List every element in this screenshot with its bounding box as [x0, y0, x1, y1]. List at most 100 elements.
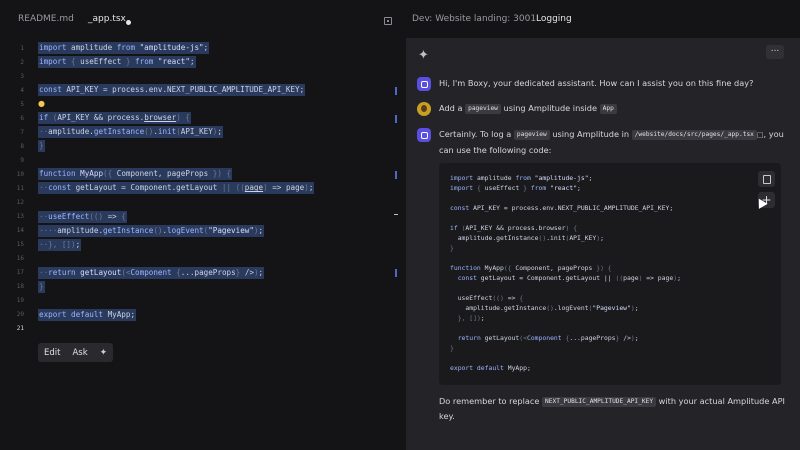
line-number: 4 [20, 86, 24, 94]
code-line: 4 const API_KEY = process.env.NEXT_PUBLIC… [0, 83, 406, 97]
code-line: 5 ● [0, 97, 406, 111]
code-line: 13 ··useEffect(() => { [0, 210, 406, 224]
code-line: 19 [0, 294, 406, 308]
snippet-line: import { useEffect } from "react"; [450, 184, 581, 192]
code-text: ··amplitude.getInstance().init(API_KEY); [38, 126, 223, 139]
editor-tab-bar: README.md _app.tsx [0, 0, 406, 38]
chat-header: Dev: Website landing: 3001 Logging [406, 0, 800, 38]
assistant-reply: Certainly. To log a pageview using Ampli… [439, 127, 784, 158]
snippet-line: } [450, 344, 454, 352]
assistant-avatar [417, 128, 431, 142]
code-line: 20 export default MyApp; [0, 308, 406, 322]
lightbulb-icon[interactable]: ● [38, 98, 45, 110]
snippet-line: return getLayout(<Component {...pageProp… [457, 334, 639, 342]
code-text: function MyApp({ Component, pageProps })… [38, 168, 233, 181]
reply-text: using Amplitude in [552, 129, 630, 139]
inline-code: pageview [513, 130, 550, 140]
code-lines[interactable]: 1 import amplitude from "amplitude-js"; 2… [0, 41, 406, 336]
user-message: Add a pageview using Amplitude inside Ap… [439, 101, 784, 116]
line-number: 16 [16, 255, 24, 263]
code-line: 11 ··const getLayout = Component.getLayou… [0, 181, 406, 195]
line-number: 3 [20, 72, 24, 80]
edit-button[interactable]: Edit [44, 348, 60, 358]
code-line: 6 if (API_KEY && process.browser) { [0, 111, 406, 125]
code-text: if (API_KEY && process.browser) { [38, 112, 191, 125]
inline-code: App [599, 104, 617, 114]
code-editor-pane: README.md _app.tsx 1 import amplitude fro… [0, 0, 406, 450]
sparkle-icon: ✦ [418, 48, 429, 63]
code-snippet-block: import amplitude from "amplitude-js"; im… [439, 163, 781, 385]
line-number: 14 [16, 227, 24, 235]
code-line: 12 [0, 196, 406, 210]
code-text: export default MyApp; [38, 308, 137, 321]
code-line: 18} [0, 280, 406, 294]
snippet-line: useEffect(() => { [450, 294, 524, 302]
line-number: 15 [16, 241, 24, 249]
scroll-indicator [394, 214, 398, 215]
code-line: 14 ····amplitude.getInstance().logEvent("… [0, 224, 406, 238]
change-marker [395, 269, 397, 277]
user-message-text: Add a [439, 103, 463, 113]
assistant-greeting: Hi, I'm Boxy, your dedicated assistant. … [439, 78, 754, 88]
footer-text: Do remember to replace [439, 396, 540, 406]
tab-logging[interactable]: Logging [536, 14, 572, 24]
line-number: 1 [20, 44, 24, 52]
code-line: 7 ··amplitude.getInstance().init(API_KEY)… [0, 125, 406, 139]
user-avatar [417, 102, 431, 116]
snippet-line: function MyApp({ Component, pageProps })… [450, 264, 612, 272]
file-icon: □ [756, 131, 764, 139]
code-text: import { useEffect } from "react"; [38, 56, 196, 69]
inline-code: NEXT_PUBLIC_AMPLITUDE_API_KEY [542, 397, 657, 407]
code-text: ····amplitude.getInstance().logEvent("Pa… [38, 224, 265, 237]
code-line: 2 import { useEffect } from "react"; [0, 55, 406, 69]
user-message-text: using Amplitude inside [503, 103, 598, 113]
snippet-line: amplitude.getInstance().init(API_KEY); [450, 234, 604, 242]
chat-context-title[interactable]: Dev: Website landing: 3001 [412, 14, 536, 24]
snippet-line: } [450, 244, 454, 252]
snippet-line: const API_KEY = process.env.NEXT_PUBLIC_… [450, 204, 674, 212]
line-number: 5 [20, 100, 24, 108]
change-marker [395, 115, 397, 123]
snippet-line: if (API_KEY && process.browser) { [450, 224, 578, 232]
line-number: 21 [16, 325, 24, 333]
code-line: 3 [0, 69, 406, 83]
assistant-avatar [417, 77, 431, 91]
line-number: 7 [20, 128, 24, 136]
reply-text: Certainly. To log a [439, 129, 512, 139]
snippet-line: import amplitude from "amplitude-js"; [450, 174, 593, 182]
code-line: 8} [0, 139, 406, 153]
line-number: 19 [16, 297, 24, 305]
line-number: 17 [16, 269, 24, 277]
tab-readme[interactable]: README.md [18, 14, 74, 24]
snippet-line: const getLayout = Component.getLayout ||… [457, 274, 681, 282]
tab-app-tsx[interactable]: _app.tsx [88, 14, 126, 24]
code-text: ··const getLayout = Component.getLayout … [38, 182, 315, 195]
change-marker [395, 171, 397, 179]
line-number: 6 [20, 114, 24, 122]
copy-code-button[interactable] [758, 171, 775, 187]
code-line: 10 function MyApp({ Component, pageProps … [0, 167, 406, 181]
code-text: ··return getLayout(<Component {...pagePr… [38, 266, 265, 279]
ask-button[interactable]: Ask [72, 348, 87, 358]
file-path-chip[interactable]: /website/docs/src/pages/_app.tsx [631, 130, 757, 140]
code-text: import amplitude from "amplitude-js"; [38, 42, 210, 55]
line-number: 9 [20, 156, 24, 164]
snippet-line: }, []); [457, 314, 485, 322]
code-text: ··useEffect(() => { [38, 210, 127, 223]
line-number: 2 [20, 58, 24, 66]
unsaved-dot-icon [126, 20, 131, 25]
sparkle-icon[interactable]: ✦ [100, 348, 108, 358]
more-options-button[interactable]: ... [766, 45, 784, 59]
code-line: 16 [0, 252, 406, 266]
line-number: 8 [20, 142, 24, 150]
code-line: 15 ··}, []); [0, 238, 406, 252]
split-editor-icon[interactable] [384, 17, 392, 25]
code-line: 9 [0, 153, 406, 167]
code-line: 21 [0, 322, 406, 336]
